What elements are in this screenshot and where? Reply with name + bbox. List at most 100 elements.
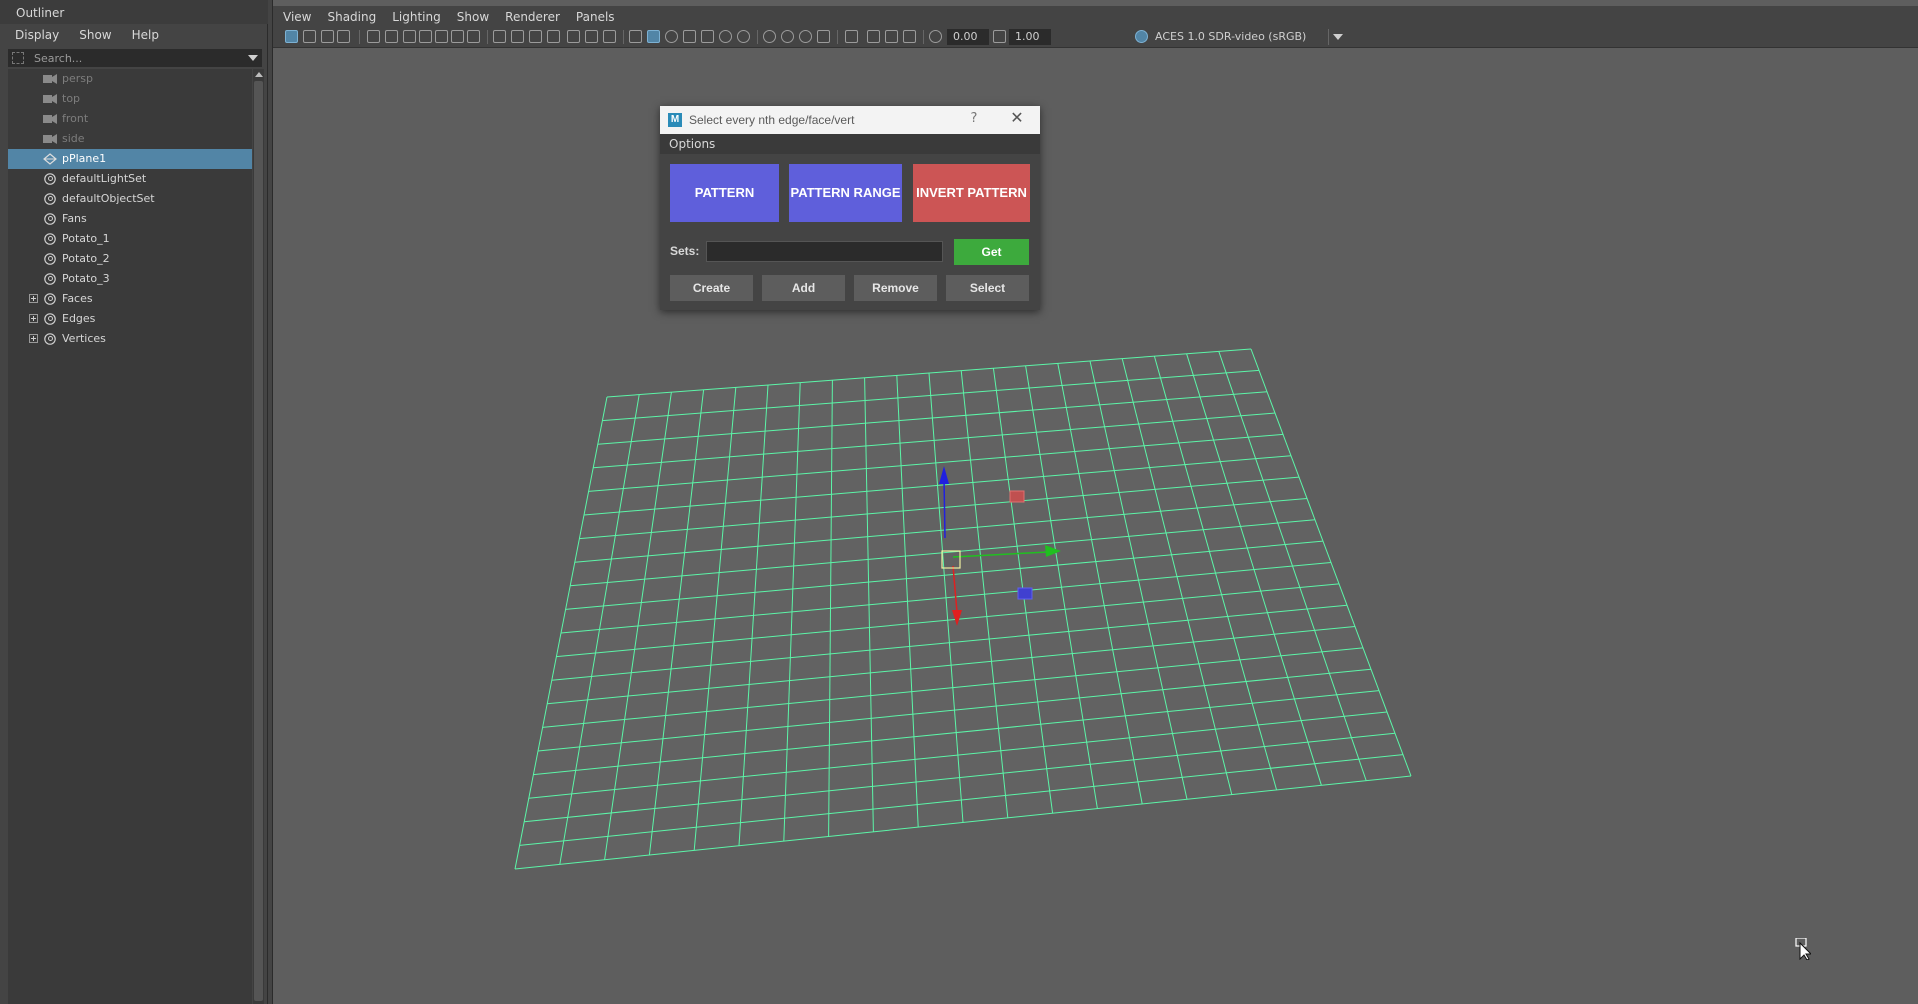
yz-plane-handle-icon[interactable] — [1017, 587, 1033, 600]
outliner-item-potato_3[interactable]: Potato_3 — [8, 269, 252, 289]
viewport-menubar: View Shading Lighting Show Renderer Pane… — [273, 6, 1918, 28]
set-icon — [43, 193, 57, 205]
isolate-select-icon[interactable] — [845, 30, 858, 43]
outliner-item-vertices[interactable]: Vertices — [8, 329, 252, 349]
2d-pan-zoom-icon[interactable] — [367, 30, 380, 43]
exposure-icon[interactable] — [929, 30, 942, 43]
shadows-icon[interactable] — [737, 30, 750, 43]
xy-plane-handle-icon[interactable] — [1009, 490, 1025, 503]
wireframe-icon[interactable] — [629, 30, 642, 43]
camera-attributes-icon[interactable] — [303, 30, 316, 43]
wireframe-on-shaded-icon[interactable] — [683, 30, 696, 43]
camera-icon — [43, 73, 57, 85]
viewport-toolbar: 0.00 1.00 ACES 1.0 SDR-video (sRGB) — [273, 26, 1918, 48]
depth-of-field-icon[interactable] — [817, 30, 830, 43]
gate-mask-icon[interactable] — [547, 30, 560, 43]
create-button[interactable]: Create — [670, 275, 753, 301]
outliner-panel: Outliner Display Show Help persp top front… — [0, 0, 268, 1004]
outliner-item-top[interactable]: top — [8, 89, 252, 109]
menu-display[interactable]: Display — [15, 28, 59, 48]
viewport-panel[interactable]: View Shading Lighting Show Renderer Pane… — [272, 0, 1918, 1004]
set-icon — [43, 253, 57, 265]
outliner-item-potato_1[interactable]: Potato_1 — [8, 229, 252, 249]
expand-icon[interactable] — [29, 314, 38, 323]
sets-input[interactable] — [706, 241, 943, 262]
expand-icon[interactable] — [29, 334, 38, 343]
gamma-icon[interactable] — [993, 30, 1006, 43]
add-button[interactable]: Add — [762, 275, 845, 301]
expand-icon[interactable] — [29, 294, 38, 303]
bookmarks-icon[interactable] — [419, 30, 432, 43]
smooth-shade-icon[interactable] — [647, 30, 660, 43]
camera-lock-icon[interactable] — [403, 30, 416, 43]
default-material-icon[interactable] — [665, 30, 678, 43]
anti-aliasing-icon[interactable] — [799, 30, 812, 43]
outliner-item-potato_2[interactable]: Potato_2 — [8, 249, 252, 269]
grid-icon[interactable] — [493, 30, 506, 43]
outliner-item-edges[interactable]: Edges — [8, 309, 252, 329]
paint-icon[interactable] — [467, 30, 480, 43]
outliner-item-pplane1[interactable]: pPlane1 — [8, 149, 252, 169]
lights-icon[interactable] — [719, 30, 732, 43]
set-icon — [43, 173, 57, 185]
outliner-scrollbar[interactable] — [253, 69, 264, 1004]
colorspace-select[interactable]: ACES 1.0 SDR-video (sRGB) — [1155, 30, 1306, 43]
safe-title-icon[interactable] — [603, 30, 616, 43]
pattern-button[interactable]: PATTERN — [670, 164, 779, 222]
scroll-up-icon[interactable] — [255, 72, 263, 77]
outliner-title: Outliner — [0, 0, 268, 24]
filter-icon[interactable] — [12, 52, 24, 64]
film-gate-icon[interactable] — [511, 30, 524, 43]
dialog-titlebar[interactable]: M Select every nth edge/face/vert ? ✕ — [660, 106, 1040, 134]
grease-pencil-icon[interactable] — [385, 30, 398, 43]
xray-icon[interactable] — [867, 30, 880, 43]
safe-action-icon[interactable] — [585, 30, 598, 43]
scrollbar-thumb[interactable] — [254, 81, 263, 1001]
exposure-field[interactable]: 0.00 — [947, 29, 989, 45]
color-management-icon[interactable] — [1135, 30, 1148, 43]
options-menu[interactable]: Options — [660, 134, 1040, 154]
snap-icon[interactable] — [435, 30, 448, 43]
outliner-item-defaultobjectset[interactable]: defaultObjectSet — [8, 189, 252, 209]
colorspace-dropdown-icon[interactable] — [1328, 29, 1346, 45]
outliner-item-faces[interactable]: Faces — [8, 289, 252, 309]
pivot-icon[interactable] — [451, 30, 464, 43]
field-chart-icon[interactable] — [567, 30, 580, 43]
outliner-menubar: Display Show Help — [0, 24, 268, 48]
bookmark-icon[interactable] — [321, 30, 334, 43]
xray-active-icon[interactable] — [885, 30, 898, 43]
outliner-item-label: front — [62, 112, 89, 125]
search-input[interactable] — [34, 50, 244, 66]
menu-help[interactable]: Help — [132, 28, 159, 48]
motion-blur-icon[interactable] — [781, 30, 794, 43]
search-options-dropdown-icon[interactable] — [248, 55, 258, 61]
outliner-item-side[interactable]: side — [8, 129, 252, 149]
outliner-item-defaultlightset[interactable]: defaultLightSet — [8, 169, 252, 189]
outliner-item-label: Faces — [62, 292, 93, 305]
help-button[interactable]: ? — [965, 111, 983, 129]
pattern-range-button[interactable]: PATTERN RANGE — [789, 164, 902, 222]
outliner-item-persp[interactable]: persp — [8, 69, 252, 89]
remove-button[interactable]: Remove — [854, 275, 937, 301]
menu-show[interactable]: Show — [79, 28, 111, 48]
ambient-occlusion-icon[interactable] — [763, 30, 776, 43]
resolution-gate-icon[interactable] — [529, 30, 542, 43]
close-button[interactable]: ✕ — [1005, 108, 1029, 130]
outliner-item-fans[interactable]: Fans — [8, 209, 252, 229]
camera-icon — [43, 93, 57, 105]
invert-pattern-button[interactable]: INVERT PATTERN — [913, 164, 1030, 222]
select-button[interactable]: Select — [946, 275, 1029, 301]
xray-joints-icon[interactable] — [903, 30, 916, 43]
outliner-item-label: persp — [62, 72, 93, 85]
viewport-scene[interactable] — [273, 0, 1918, 1004]
image-plane-icon[interactable] — [337, 30, 350, 43]
gamma-field[interactable]: 1.00 — [1009, 29, 1051, 45]
outliner-item-front[interactable]: front — [8, 109, 252, 129]
plane-wireframe[interactable] — [514, 348, 1412, 870]
select-camera-icon[interactable] — [285, 30, 298, 43]
outliner-item-label: Potato_2 — [62, 252, 110, 265]
set-icon — [43, 333, 57, 345]
textured-icon[interactable] — [701, 30, 714, 43]
plane-surface[interactable] — [515, 349, 1411, 869]
get-button[interactable]: Get — [954, 239, 1029, 265]
